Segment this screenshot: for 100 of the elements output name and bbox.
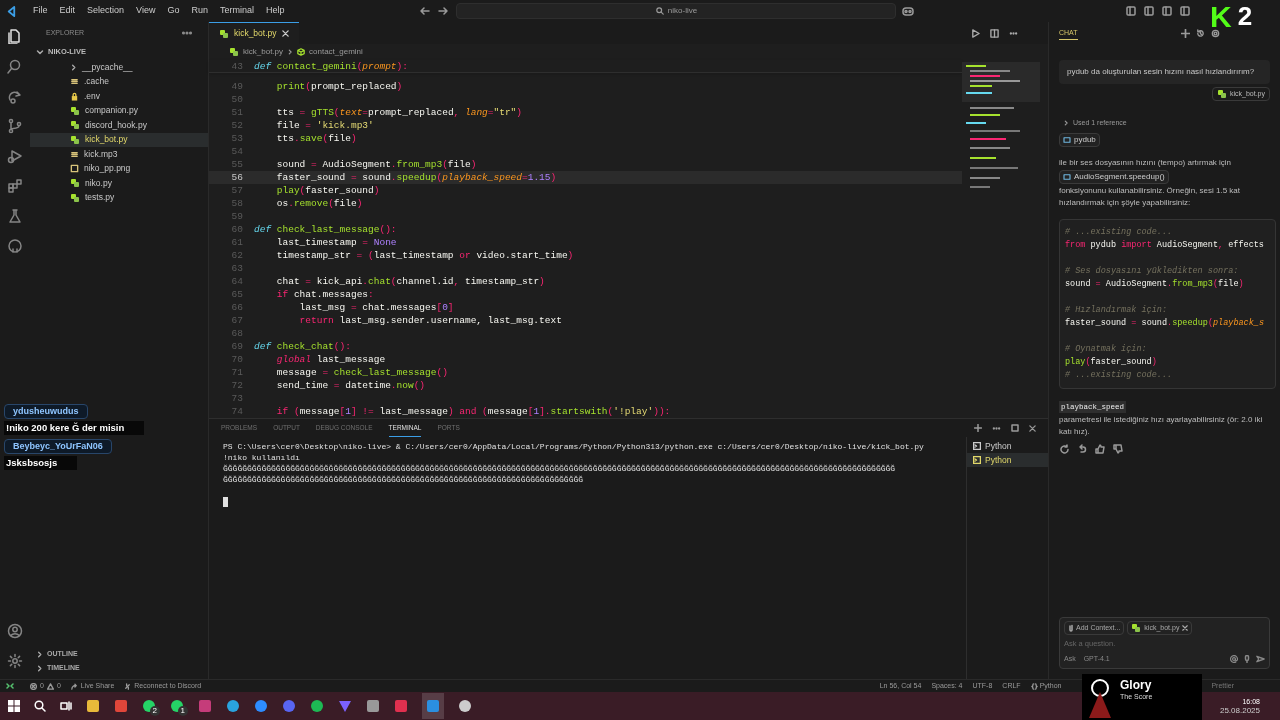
arrow-share-icon <box>70 682 78 690</box>
code-line: if chat.messages: <box>275 288 374 301</box>
run-icon[interactable] <box>971 28 980 38</box>
code-line: last_msg = chat.messages[0] <box>298 301 454 314</box>
undo-icon[interactable] <box>1077 444 1087 454</box>
chevron-icon <box>1063 120 1069 126</box>
windows-start-icon[interactable] <box>8 700 20 712</box>
tree-item[interactable]: .env <box>30 89 208 104</box>
terminal-icon <box>973 442 981 450</box>
tree-item[interactable]: niko.py <box>30 176 208 191</box>
symbol-chip[interactable]: AudioSegment.speedup() <box>1059 170 1169 184</box>
menu-item[interactable]: File <box>27 4 54 18</box>
tree-item[interactable]: companion.py <box>30 103 208 118</box>
stream-logo: K <box>1210 2 1232 32</box>
line-number: 52 <box>230 119 243 132</box>
live-share-icon[interactable] <box>7 88 23 104</box>
extensions-icon[interactable] <box>7 178 23 194</box>
terminal-list-item[interactable]: Python <box>967 453 1048 467</box>
python-file-icon <box>70 192 80 203</box>
breadcrumb-item[interactable]: kick_bot.py <box>243 46 284 58</box>
thumbs-down-icon[interactable] <box>1113 444 1123 454</box>
tree-item[interactable]: kick_bot.py <box>30 132 208 147</box>
viewer-count: 2 <box>1237 2 1253 30</box>
code-line: def check_last_message(): <box>254 223 397 236</box>
thumbs-up-icon[interactable] <box>1095 444 1105 454</box>
line-number: 72 <box>230 379 243 392</box>
answer-text: fonksiyonunu kullanabilirsiniz. Örneğin, sesi 1.5 kat hızlandırmak için şöyle yapabilirsiniz: <box>1059 185 1241 209</box>
answer-text: parametresi ile istediğiniz hızı ayarlayabilirsiniz (ör: 2.0 iki katı hız). <box>1059 414 1264 438</box>
secondary-sidebar-icon[interactable] <box>1162 6 1172 16</box>
menu-item[interactable]: Go <box>161 4 186 18</box>
maximize-icon[interactable] <box>1011 424 1019 432</box>
task-view-icon[interactable] <box>60 700 72 712</box>
code-line: play(faster_sound) <box>275 184 380 197</box>
send-icon[interactable] <box>1256 655 1265 663</box>
code-line: os.remove(file) <box>275 197 363 210</box>
file-lines-icon <box>70 77 79 87</box>
account-icon[interactable] <box>7 623 23 639</box>
triangle-icon[interactable] <box>338 699 352 713</box>
split-editor-icon[interactable] <box>990 28 999 38</box>
code-line: # Hızlandırmak için: <box>1065 304 1169 317</box>
menu-item[interactable]: Run <box>185 4 214 18</box>
code-line: tts.save(file) <box>275 132 357 145</box>
symbol-icon <box>1063 137 1071 143</box>
python-file-icon <box>70 178 80 189</box>
layout-icon[interactable] <box>1180 6 1190 16</box>
panel-toggle-icon[interactable] <box>1144 6 1154 16</box>
run-debug-icon[interactable] <box>7 148 23 164</box>
forward-arrow-icon[interactable] <box>438 6 449 16</box>
new-chat-icon[interactable] <box>1181 28 1190 38</box>
tree-item[interactable]: niko_pp.png <box>30 161 208 176</box>
source-control-icon[interactable] <box>7 118 23 134</box>
code-line: def check_chat(): <box>254 340 351 353</box>
chevron-icon <box>70 63 77 71</box>
code-line: from pydub import AudioSegment, effects <box>1065 239 1265 252</box>
search-icon[interactable] <box>34 700 46 712</box>
search-field[interactable]: niko-live <box>456 3 897 19</box>
at-sign-icon[interactable] <box>1230 655 1238 663</box>
back-arrow-icon[interactable] <box>420 6 431 16</box>
tree-item[interactable]: __pycache__ <box>30 60 208 75</box>
add-terminal-icon[interactable] <box>974 424 982 432</box>
menu-item[interactable]: View <box>130 4 162 18</box>
notification-badge: 2 <box>149 706 160 716</box>
breadcrumb-item[interactable]: contact_gemini <box>309 46 363 58</box>
code-line: faster_sound = sound.speedup(playback_speed=1.15) <box>275 171 557 184</box>
tree-item[interactable]: tests.py <box>30 190 208 205</box>
menu-item[interactable]: Help <box>259 4 291 18</box>
terminal-line: !niko kullanıldı <box>223 452 301 463</box>
settings-icon[interactable] <box>1211 28 1220 38</box>
remote-icon[interactable] <box>6 682 14 690</box>
more-icon[interactable] <box>1009 31 1018 35</box>
tree-item[interactable]: kick.mp3 <box>30 147 208 162</box>
files-icon[interactable] <box>7 28 23 44</box>
vinyl-drawing <box>1086 678 1114 718</box>
code-line: timestamp_str = (last_timestamp or video.start_time) <box>275 249 574 262</box>
tree-item[interactable]: discord_hook.py <box>30 118 208 133</box>
paperclip-icon <box>1068 624 1074 632</box>
more-icon[interactable] <box>992 426 1001 430</box>
lock-icon <box>70 91 79 101</box>
code-line: return last_msg.sender.username, last_msg.text <box>298 314 562 327</box>
settings-icon[interactable] <box>7 653 23 669</box>
close-icon[interactable] <box>1029 424 1036 432</box>
menu-item[interactable]: Edit <box>53 4 82 18</box>
flask-icon[interactable] <box>7 208 23 224</box>
close-icon[interactable] <box>1182 625 1189 631</box>
code-line: # ...existing code... <box>1065 369 1174 382</box>
sidebar-toggle-icon[interactable] <box>1126 6 1136 16</box>
retry-icon[interactable] <box>1059 444 1069 454</box>
code-line: tts = gTTS(text=prompt_replaced, lang="tr") <box>275 106 522 119</box>
close-icon[interactable] <box>281 30 289 37</box>
microphone-icon[interactable] <box>1244 655 1250 663</box>
terminal-list-item[interactable]: Python <box>967 439 1048 453</box>
user-message: pydub da oluşturulan sesin hızını nasıl hızlandırırım? <box>1059 60 1270 84</box>
code-line: chat = kick_api.chat(channel.id, timestamp_str) <box>275 275 545 288</box>
symbol-chip[interactable]: pydub <box>1059 133 1100 147</box>
menu-item[interactable]: Terminal <box>213 4 260 18</box>
more-icon[interactable] <box>182 31 192 35</box>
tree-item[interactable]: .cache <box>30 74 208 89</box>
history-icon[interactable] <box>1196 28 1205 38</box>
menu-item[interactable]: Selection <box>81 4 131 18</box>
code-line: # ...existing code... <box>1065 226 1174 239</box>
